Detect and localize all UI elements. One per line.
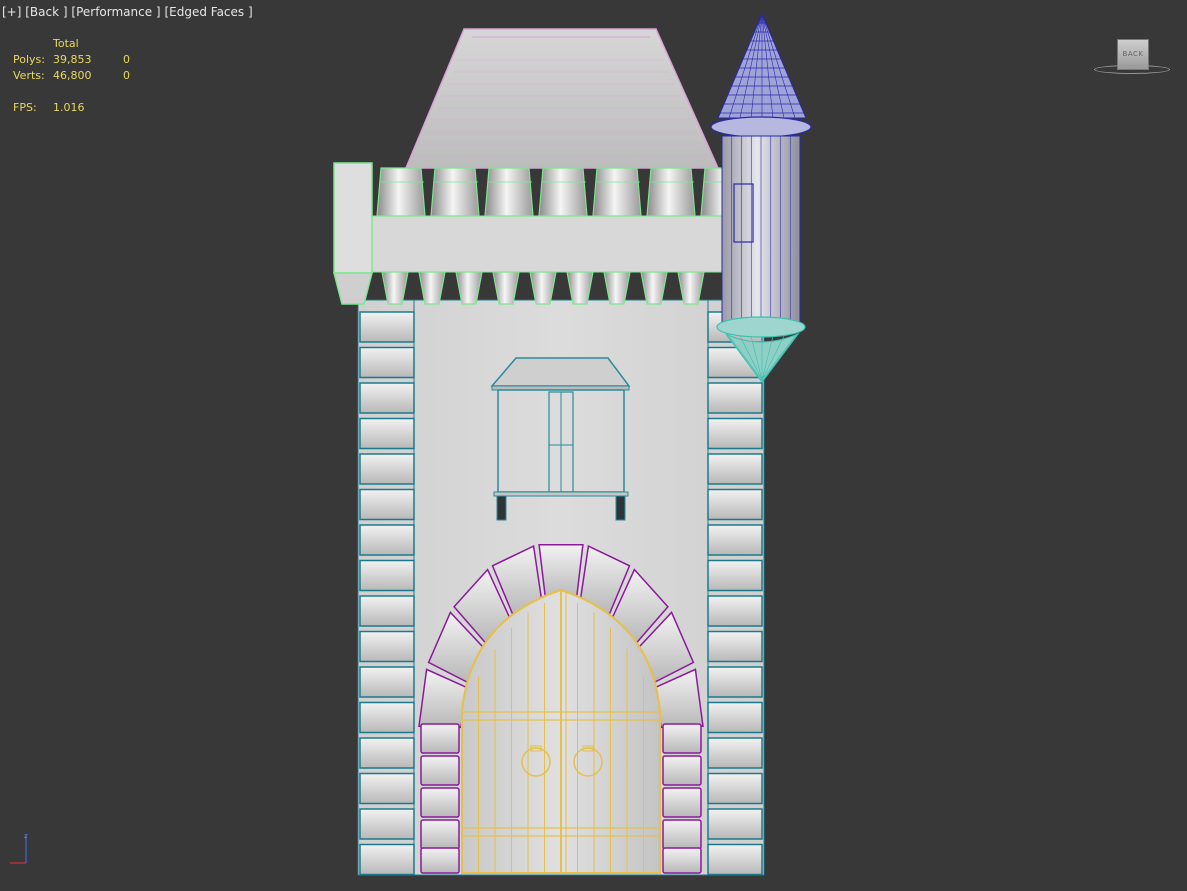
arch-jamb-stone-left — [420, 847, 460, 874]
quoin-brick-right — [707, 595, 763, 627]
arch-jamb-stone-left — [420, 755, 460, 786]
window-awning — [490, 357, 631, 387]
battlement-merlon — [592, 167, 642, 217]
arch-jamb-stone-left — [420, 723, 460, 754]
arch-jamb-stone-right — [662, 755, 702, 786]
viewcube-icon[interactable]: BACK — [1094, 38, 1172, 78]
quoin-brick-right — [707, 843, 763, 876]
tower-roof — [404, 28, 720, 169]
arch-jamb-stone-left — [420, 787, 460, 818]
viewcube-compass-ring[interactable] — [1094, 65, 1170, 74]
parapet-band — [371, 215, 723, 273]
quoin-brick-left — [359, 488, 415, 521]
window-sill — [493, 491, 629, 497]
quoin-brick-right — [707, 559, 763, 592]
quoin-brick-left — [359, 311, 415, 343]
quoin-brick-left — [359, 701, 415, 734]
quoin-brick-left — [359, 737, 415, 769]
battlement-merlon — [484, 167, 534, 217]
quoin-brick-left — [359, 453, 415, 485]
machicolation-corbel — [566, 271, 594, 305]
viewport-scene[interactable] — [0, 0, 1187, 891]
battlement-merlon — [430, 167, 480, 217]
machicolation-corbel — [529, 271, 557, 305]
parapet-corner-block — [333, 162, 373, 274]
quoin-brick-right — [707, 772, 763, 805]
turret-cap-ring — [710, 116, 812, 138]
window-bracket-right — [615, 495, 626, 521]
quoin-brick-left — [359, 595, 415, 627]
quoin-brick-left — [359, 417, 415, 450]
window-bracket-left — [496, 495, 507, 521]
quoin-brick-left — [359, 524, 415, 556]
quoin-brick-right — [707, 666, 763, 698]
castle-tower-model[interactable] — [333, 12, 812, 876]
quoin-brick-left — [359, 630, 415, 663]
parapet-corner-corbel — [333, 272, 373, 305]
quoin-brick-left — [359, 382, 415, 414]
quoin-brick-right — [707, 417, 763, 450]
axis-z-label: z — [24, 832, 28, 840]
machicolation-corbel — [677, 271, 705, 305]
arch-jamb-stone-right — [662, 723, 702, 754]
axis-tripod-icon: z — [10, 832, 28, 864]
machicolation-corbel — [603, 271, 631, 305]
machicolation-corbel — [418, 271, 446, 305]
quoin-brick-right — [707, 453, 763, 485]
quoin-brick-right — [707, 701, 763, 734]
battlement-merlon — [538, 167, 588, 217]
machicolation-corbel — [640, 271, 668, 305]
battlement-merlon — [646, 167, 696, 217]
quoin-brick-right — [707, 630, 763, 663]
arch-jamb-stone-right — [662, 787, 702, 818]
machicolation-corbel — [381, 271, 409, 305]
quoin-brick-left — [359, 666, 415, 698]
quoin-brick-right — [707, 808, 763, 840]
quoin-brick-right — [707, 488, 763, 521]
machicolation-corbel — [492, 271, 520, 305]
arch-jamb-stone-left — [420, 819, 460, 850]
arch-jamb-stone-right — [662, 847, 702, 874]
quoin-brick-right — [707, 382, 763, 414]
quoin-brick-right — [707, 524, 763, 556]
quoin-brick-left — [359, 808, 415, 840]
machicolation-corbel — [455, 271, 483, 305]
quoin-brick-left — [359, 843, 415, 876]
quoin-brick-left — [359, 346, 415, 379]
corner-turret — [710, 12, 812, 383]
quoin-brick-right — [707, 737, 763, 769]
battlement-merlon — [376, 167, 426, 217]
quoin-brick-left — [359, 559, 415, 592]
arch-jamb-stone-right — [662, 819, 702, 850]
quoin-brick-left — [359, 772, 415, 805]
turret-base-ring — [716, 316, 806, 338]
